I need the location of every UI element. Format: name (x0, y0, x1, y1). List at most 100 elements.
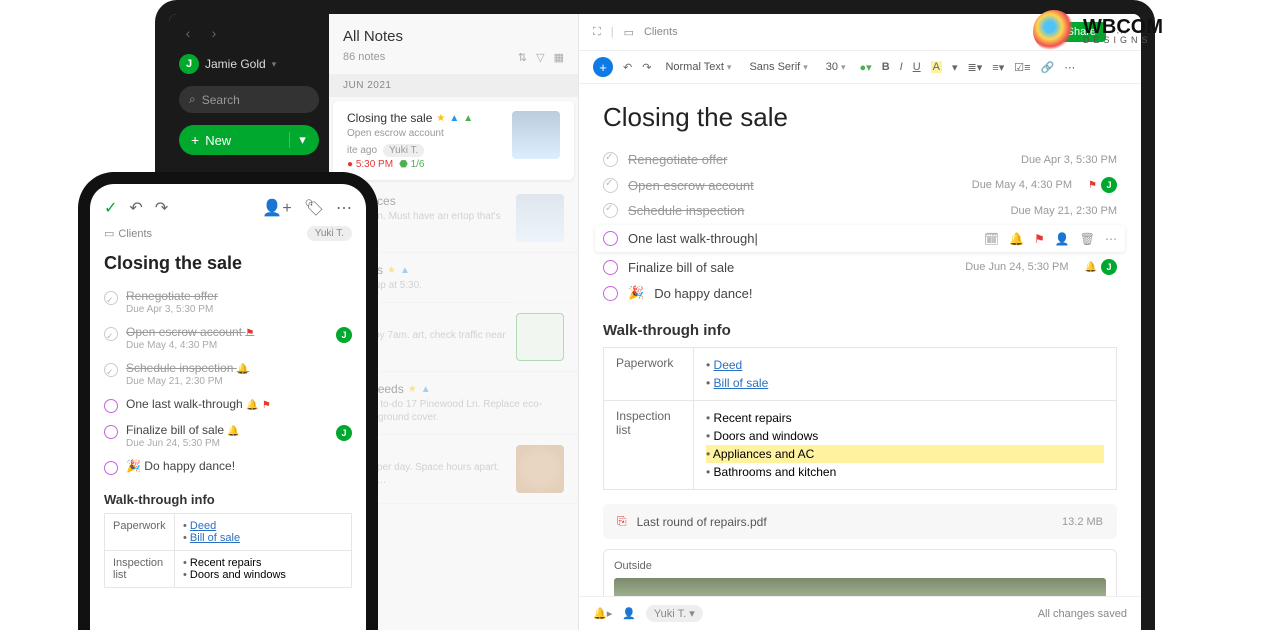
note-list-item[interactable]: Closing the sale ★▲▲ Open escrow account… (333, 101, 574, 180)
checklist-icon[interactable]: ☑≡ (1014, 61, 1030, 74)
task-checkbox[interactable] (104, 425, 118, 439)
insert-button[interactable]: + (593, 57, 613, 77)
user-avatar: J (179, 54, 199, 74)
note-thumbnail (516, 313, 564, 361)
link-icon[interactable]: 🔗 (1041, 61, 1055, 74)
note-author-pill: Yuki T. (383, 144, 424, 157)
task-title-input[interactable]: One last walk-through| (628, 231, 758, 246)
task-checkbox[interactable] (603, 260, 618, 275)
attachment-name: Last round of repairs.pdf (637, 515, 767, 529)
color-icon[interactable]: ●▾ (860, 61, 872, 74)
flag-icon: ⚑ (245, 328, 254, 339)
account-switcher[interactable]: J Jamie Gold ▾ (179, 54, 319, 74)
new-dropdown-icon[interactable]: ▾ (289, 132, 307, 148)
nav-forward-icon[interactable]: › (205, 24, 223, 42)
note-title[interactable]: Closing the sale (104, 253, 352, 274)
new-label: New (205, 133, 231, 148)
plus-icon: + (191, 132, 199, 148)
note-list-section-header: JUN 2021 (329, 74, 578, 97)
task-row[interactable]: One last walk-through 🔔 ⚑ (104, 392, 352, 418)
notebook-label[interactable]: Clients (644, 26, 678, 38)
task-row[interactable]: 🎉 Do happy dance! (104, 454, 352, 480)
emoji-icon: 🎉 (628, 285, 644, 301)
task-checkbox[interactable] (104, 327, 118, 341)
new-button[interactable]: + New ▾ (179, 125, 319, 155)
task-row[interactable]: Finalize bill of saleDue Jun 24, 5:30 PM… (603, 254, 1117, 280)
search-input[interactable]: ⌕ Search (179, 86, 319, 113)
link-deed[interactable]: Deed (714, 358, 743, 372)
undo-icon[interactable]: ↶ (129, 198, 142, 218)
undo-icon[interactable]: ↶ (623, 61, 632, 74)
author-pill[interactable]: Yuki T. ▾ (646, 605, 703, 622)
task-row-editing[interactable]: One last walk-through| 🗓 🔔 ⚑ 👤 🗑 ⋯ (595, 225, 1125, 252)
tag-icon[interactable]: 🔔▸ (593, 607, 612, 620)
photo-thumbnail[interactable] (614, 578, 1106, 596)
more-icon[interactable]: ⋯ (336, 198, 352, 218)
done-icon[interactable]: ✓ (104, 198, 117, 218)
watermark-logo: WBCOMDESIGNS (1033, 10, 1163, 52)
task-checkbox[interactable] (104, 363, 118, 377)
task-checkbox[interactable] (104, 291, 118, 305)
sort-icon[interactable]: ⇅ (518, 52, 527, 64)
author-pill[interactable]: Yuki T. (307, 226, 352, 241)
filter-icon[interactable]: ▽ (536, 52, 544, 64)
list-item: Recent repairs (706, 409, 1104, 427)
info-icon[interactable]: 🏷 (304, 198, 324, 218)
info-table: Paperwork DeedBill of sale Inspection li… (603, 347, 1117, 490)
bell-icon[interactable]: 🔔 (1009, 232, 1024, 246)
assign-icon[interactable]: 👤 (1055, 232, 1070, 246)
pdf-icon: ⎘ (617, 514, 627, 529)
style-select[interactable]: Normal Text (661, 61, 735, 73)
redo-icon[interactable]: ↷ (155, 198, 168, 218)
task-row[interactable]: Renegotiate offerDue Apr 3, 5:30 PM (603, 147, 1117, 172)
note-thumbnail (516, 445, 564, 493)
task-checkbox[interactable] (104, 461, 118, 475)
list-item: Bathrooms and kitchen (706, 463, 1104, 481)
nav-back-icon[interactable]: ‹ (179, 24, 197, 42)
task-row[interactable]: 🎉Do happy dance! (603, 280, 1117, 306)
view-icon[interactable]: ▦ (554, 52, 564, 64)
highlight-icon[interactable]: A (931, 61, 942, 73)
task-checkbox[interactable] (603, 152, 618, 167)
notebook-label[interactable]: Clients (118, 228, 152, 240)
search-icon: ⌕ (189, 92, 196, 107)
bullet-list-icon[interactable]: ≣▾ (968, 61, 983, 74)
task-checkbox[interactable] (603, 203, 618, 218)
underline-icon[interactable]: U (913, 61, 921, 73)
emoji-icon: 🎉 (126, 459, 141, 473)
font-select[interactable]: Sans Serif (745, 61, 811, 73)
bell-icon: 🔔 (237, 364, 249, 375)
delete-icon[interactable]: 🗑 (1080, 232, 1095, 246)
number-list-icon[interactable]: ≡▾ (992, 61, 1004, 74)
more-format-icon[interactable]: ⋯ (1064, 61, 1075, 74)
link-bill[interactable]: Bill of sale (190, 532, 240, 544)
more-icon[interactable]: ⋯ (1105, 232, 1117, 246)
task-row[interactable]: Schedule inspectionDue May 21, 2:30 PM (603, 198, 1117, 223)
italic-icon[interactable]: I (900, 61, 903, 73)
task-checkbox[interactable] (603, 286, 618, 301)
chevron-down-icon: ▾ (272, 59, 277, 70)
task-row[interactable]: Finalize bill of sale 🔔Due Jun 24, 5:30 … (104, 418, 352, 454)
share-icon[interactable]: 👤+ (262, 198, 291, 218)
attachment-card[interactable]: ⎘ Last round of repairs.pdf 13.2 MB (603, 504, 1117, 539)
task-row[interactable]: Renegotiate offerDue Apr 3, 5:30 PM (104, 284, 352, 320)
list-item: Recent repairs (183, 557, 343, 569)
task-checkbox[interactable] (104, 399, 118, 413)
note-title[interactable]: Closing the sale (603, 102, 1117, 133)
flag-icon[interactable]: ⚑ (1034, 232, 1045, 246)
task-checkbox[interactable] (603, 178, 618, 193)
link-bill[interactable]: Bill of sale (714, 376, 769, 390)
link-deed[interactable]: Deed (190, 520, 216, 532)
bell-icon: 🔔 (227, 426, 239, 437)
calendar-icon[interactable]: 🗓 (984, 232, 999, 246)
attachment-size: 13.2 MB (1062, 516, 1103, 528)
bold-icon[interactable]: B (882, 61, 890, 73)
redo-icon[interactable]: ↷ (642, 61, 651, 74)
size-select[interactable]: 30 (822, 61, 850, 73)
task-checkbox[interactable] (603, 231, 618, 246)
task-row[interactable]: Open escrow account ⚑Due May 4, 4:30 PMJ (104, 320, 352, 356)
task-row[interactable]: Open escrow accountDue May 4, 4:30 PM⚑J (603, 172, 1117, 198)
expand-icon[interactable]: ⛶ (593, 26, 601, 39)
task-row[interactable]: Schedule inspection 🔔Due May 21, 2:30 PM (104, 356, 352, 392)
list-item: Doors and windows (706, 427, 1104, 445)
